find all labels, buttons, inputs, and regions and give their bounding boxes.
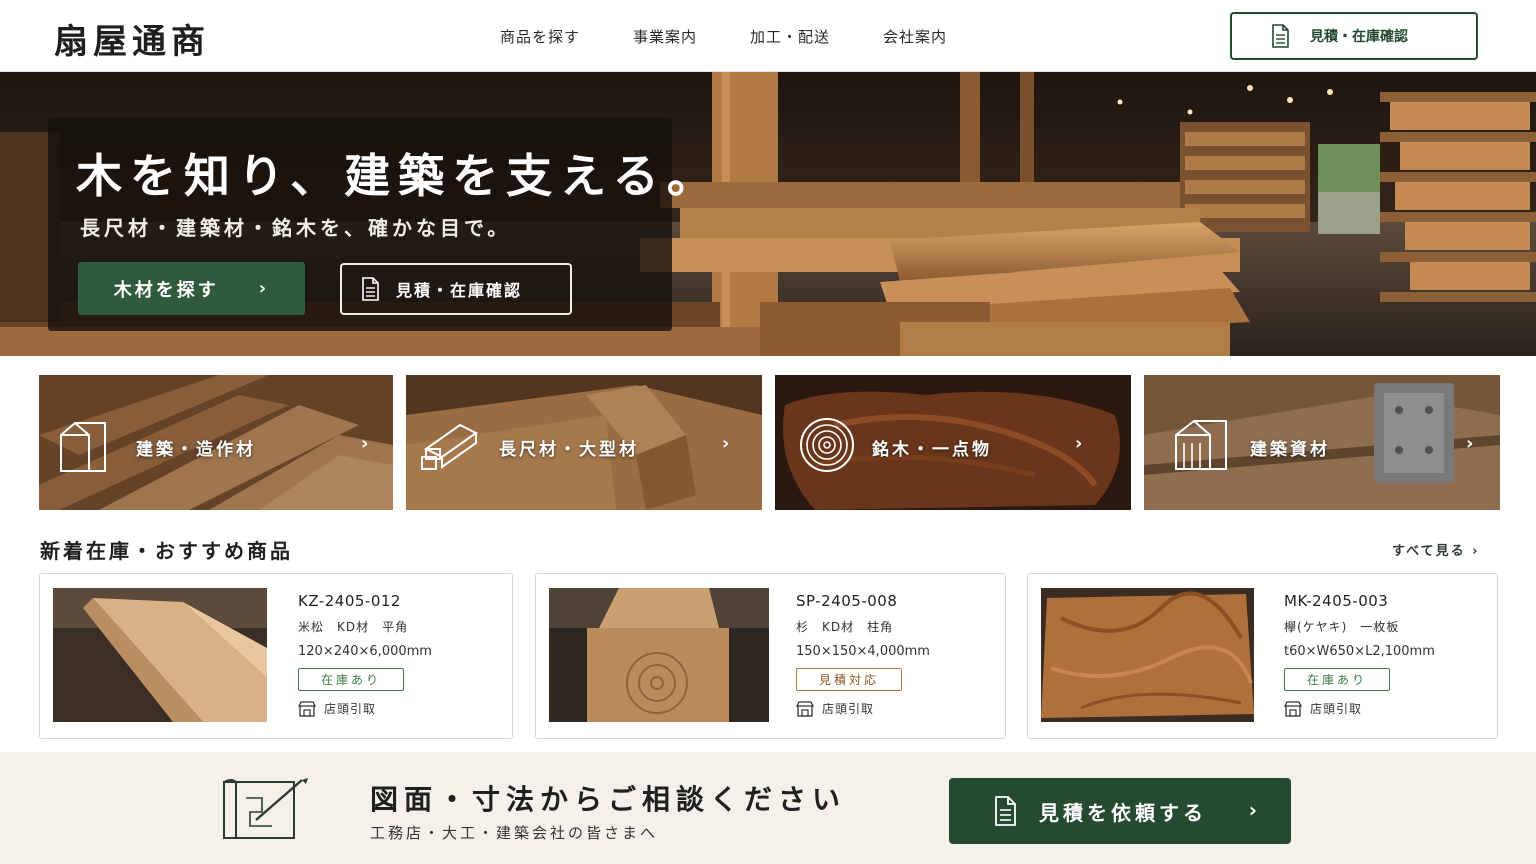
house-outline-icon [60,422,106,472]
chevron-right-icon: › [258,278,270,299]
product-spec: 杉 KD材 柱角 [796,620,894,634]
chevron-right-icon: › [1472,544,1480,559]
nav-products[interactable]: 商品を探す [500,26,580,47]
chevron-right-icon: › [722,433,730,454]
search-wood-label: 木材を探す [113,279,219,301]
see-all-link[interactable]: すべて見る › [1392,540,1479,559]
product-image [549,588,769,722]
hero-subtitle: 長尺材・建築材・銘木を、確かな目で。 [80,216,512,240]
product-spec: 米松 KD材 平角 [298,620,409,634]
product-info: SP-2405-008 杉 KD材 柱角 150×150×4,000mm 見積対… [796,592,930,717]
product-card[interactable]: KZ-2405-012 米松 KD材 平角 120×240×6,000mm 在庫… [39,573,513,739]
chevron-right-icon: › [1466,433,1474,454]
see-all-label: すべて見る [1392,544,1466,559]
header-quote-button[interactable]: 見積・在庫確認 [1230,12,1478,60]
pickup-info: 店頭引取 [796,700,930,717]
tree-rings-icon [800,418,854,472]
category-tile-fine-wood[interactable]: 銘木・一点物 › [775,375,1131,510]
pickup-label: 店頭引取 [324,702,377,716]
hero-quote-label: 見積・在庫確認 [396,281,523,300]
logo[interactable]: 扇屋通商 [54,14,210,63]
site-header: 扇屋通商 商品を探す 事業案内 加工・配送 会社案内 見積・在庫確認 [0,0,1536,72]
product-card[interactable]: MK-2405-003 欅(ケヤキ) 一枚板 t60×W650×L2,100mm… [1027,573,1498,739]
stock-badge: 在庫あり [1284,668,1390,691]
search-wood-button[interactable]: 木材を探す › [78,262,305,315]
consult-title: 図面・寸法からご相談ください [370,783,847,816]
product-image [1041,588,1254,722]
header-quote-label: 見積・在庫確認 [1310,29,1408,45]
pickup-info: 店頭引取 [298,700,432,717]
nav-processing[interactable]: 加工・配送 [750,26,830,47]
category-label: 建築・造作材 [136,440,256,460]
product-code: KZ-2405-012 [298,592,401,610]
store-icon [298,700,316,717]
chevron-right-icon: › [1075,433,1083,454]
pickup-label: 店頭引取 [822,702,875,716]
chevron-right-icon: › [361,433,369,454]
nav-business[interactable]: 事業案内 [633,26,697,47]
store-icon [1284,700,1302,717]
timber-stack-icon [421,423,478,470]
document-icon [362,277,379,301]
category-label: 銘木・一点物 [872,440,992,460]
consult-subtitle: 工務店・大工・建築会社の皆さまへ [370,824,659,842]
product-info: MK-2405-003 欅(ケヤキ) 一枚板 t60×W650×L2,100mm… [1284,592,1435,717]
category-tile-materials[interactable]: 建築資材 › [1144,375,1500,510]
product-dimensions: 150×150×4,000mm [796,644,930,659]
product-code: MK-2405-003 [1284,592,1389,610]
chevron-right-icon: › [1248,798,1261,822]
product-dimensions: t60×W650×L2,100mm [1284,644,1435,659]
request-quote-button[interactable]: 見積を依頼する › [949,778,1291,844]
pickup-label: 店頭引取 [1310,702,1363,716]
blueprint-icon [223,778,308,839]
quote-badge: 見積対応 [796,668,902,691]
request-quote-label: 見積を依頼する [1039,800,1207,825]
nav-company[interactable]: 会社案内 [883,26,947,47]
stock-badge: 在庫あり [298,668,404,691]
product-image [53,588,267,722]
product-dimensions: 120×240×6,000mm [298,644,432,659]
category-tile-construction[interactable]: 建築・造作材 › [39,375,393,510]
product-spec: 欅(ケヤキ) 一枚板 [1284,620,1400,634]
product-info: KZ-2405-012 米松 KD材 平角 120×240×6,000mm 在庫… [298,592,432,717]
document-icon [995,796,1016,826]
store-icon [796,700,814,717]
category-tile-long-timber[interactable]: 長尺材・大型材 › [406,375,762,510]
product-code: SP-2405-008 [796,592,898,610]
pickup-info: 店頭引取 [1284,700,1435,717]
hero-banner: 木を知り、建築を支える。 長尺材・建築材・銘木を、確かな目で。 木材を探す › … [0,72,1536,356]
document-icon [1272,24,1289,48]
building-icon [1175,420,1227,470]
category-label: 建築資材 [1250,440,1330,460]
product-card[interactable]: SP-2405-008 杉 KD材 柱角 150×150×4,000mm 見積対… [535,573,1006,739]
category-label: 長尺材・大型材 [499,440,639,460]
new-arrivals-title: 新着在庫・おすすめ商品 [40,539,293,563]
hero-quote-button[interactable]: 見積・在庫確認 [340,263,572,315]
hero-title: 木を知り、建築を支える。 [76,149,721,203]
main-nav: 商品を探す 事業案内 加工・配送 会社案内 [500,26,947,47]
